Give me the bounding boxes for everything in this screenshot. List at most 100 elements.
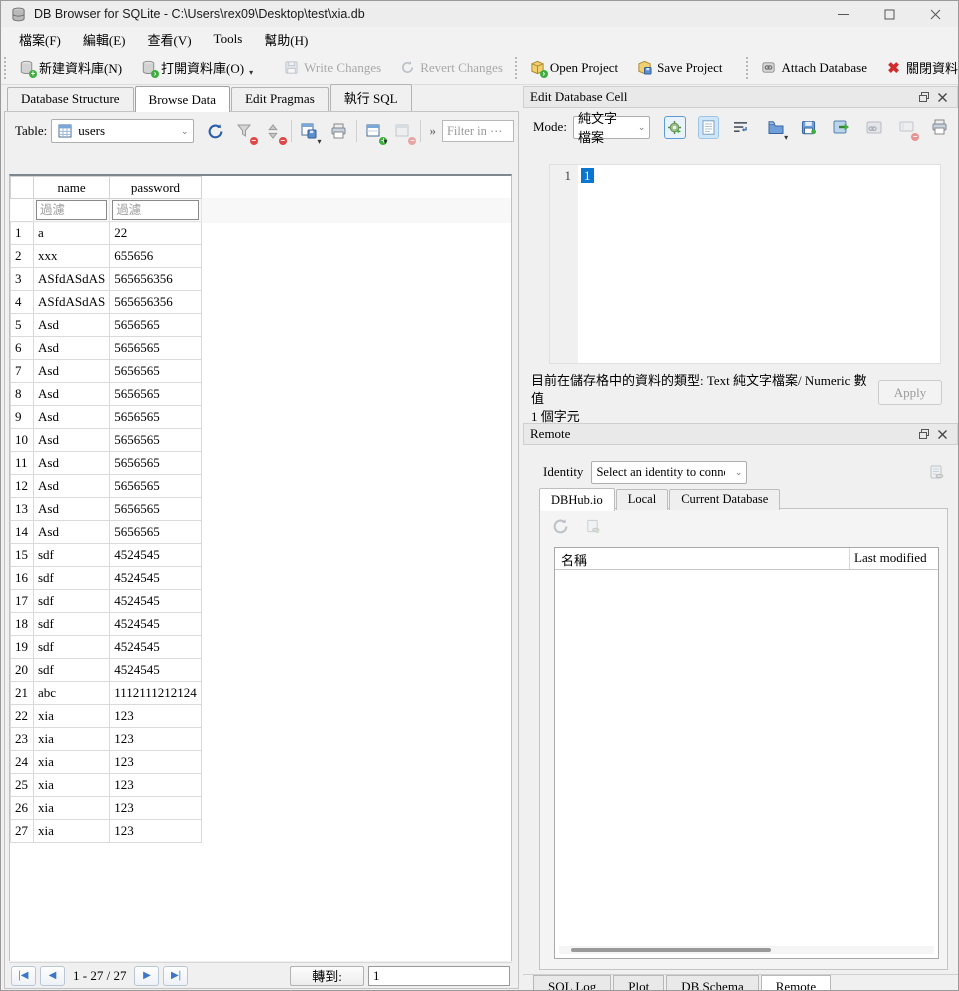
- cell-password[interactable]: 22: [110, 222, 202, 245]
- row-number[interactable]: 7: [11, 360, 34, 383]
- cell-password[interactable]: 4524545: [110, 567, 202, 590]
- cell-name[interactable]: Asd: [34, 406, 110, 429]
- cell-password[interactable]: 4524545: [110, 636, 202, 659]
- cell-password[interactable]: 5656565: [110, 498, 202, 521]
- filter-in-input[interactable]: [442, 120, 514, 142]
- cell-name[interactable]: ASfdASdAS: [34, 291, 110, 314]
- remote-refresh-button[interactable]: [548, 514, 572, 538]
- menu-file[interactable]: 檔案(F): [9, 28, 71, 51]
- auto-switch-mode-button[interactable]: [664, 116, 685, 139]
- table-row[interactable]: 22xia123: [11, 705, 202, 728]
- table-row[interactable]: 7Asd5656565: [11, 360, 202, 383]
- cell-password[interactable]: 565656356: [110, 291, 202, 314]
- row-number[interactable]: 27: [11, 820, 34, 843]
- table-row[interactable]: 24xia123: [11, 751, 202, 774]
- table-row[interactable]: 4ASfdASdAS565656356: [11, 291, 202, 314]
- cell-password[interactable]: 123: [110, 820, 202, 843]
- table-row[interactable]: 6Asd5656565: [11, 337, 202, 360]
- cell-name[interactable]: sdf: [34, 659, 110, 682]
- refresh-button[interactable]: [204, 119, 227, 143]
- close-panel-icon[interactable]: [933, 89, 951, 105]
- toolbar-grip[interactable]: [515, 57, 517, 79]
- row-number[interactable]: 24: [11, 751, 34, 774]
- row-number[interactable]: 25: [11, 774, 34, 797]
- table-select[interactable]: users ⌄: [51, 119, 193, 143]
- remote-column-name[interactable]: 名稱: [555, 548, 850, 569]
- row-number[interactable]: 2: [11, 245, 34, 268]
- row-number[interactable]: 23: [11, 728, 34, 751]
- cell-password[interactable]: 4524545: [110, 590, 202, 613]
- row-number[interactable]: 22: [11, 705, 34, 728]
- cell-password[interactable]: 5656565: [110, 452, 202, 475]
- apply-cell-button[interactable]: [831, 116, 852, 139]
- cell-name[interactable]: ASfdASdAS: [34, 268, 110, 291]
- close-button[interactable]: [912, 1, 958, 27]
- cell-password[interactable]: 4524545: [110, 544, 202, 567]
- cell-name[interactable]: Asd: [34, 360, 110, 383]
- cell-password[interactable]: 123: [110, 774, 202, 797]
- cell-name[interactable]: sdf: [34, 636, 110, 659]
- minimize-button[interactable]: [820, 1, 866, 27]
- cell-name[interactable]: Asd: [34, 337, 110, 360]
- open-in-external-button[interactable]: [864, 116, 885, 139]
- cell-name[interactable]: Asd: [34, 498, 110, 521]
- cell-password[interactable]: 4524545: [110, 613, 202, 636]
- table-row[interactable]: 25xia123: [11, 774, 202, 797]
- row-number[interactable]: 11: [11, 452, 34, 475]
- cell-name[interactable]: sdf: [34, 590, 110, 613]
- import-data-button[interactable]: ▾: [765, 116, 786, 139]
- export-data-button[interactable]: [798, 116, 819, 139]
- apply-button[interactable]: Apply: [878, 380, 942, 405]
- open-database-dropdown-icon[interactable]: ▾: [249, 68, 253, 77]
- table-row[interactable]: 12Asd5656565: [11, 475, 202, 498]
- table-row[interactable]: 21abc1112111212124: [11, 682, 202, 705]
- save-table-dropdown-icon[interactable]: ▾: [318, 137, 322, 146]
- goto-button[interactable]: 轉到:: [290, 966, 364, 986]
- cell-password[interactable]: 1112111212124: [110, 682, 202, 705]
- row-number[interactable]: 19: [11, 636, 34, 659]
- set-null-button[interactable]: −: [896, 116, 917, 139]
- table-row[interactable]: 3ASfdASdAS565656356: [11, 268, 202, 291]
- cell-name[interactable]: xia: [34, 705, 110, 728]
- table-row[interactable]: 1a22: [11, 222, 202, 245]
- cell-name[interactable]: Asd: [34, 429, 110, 452]
- cell-name[interactable]: xxx: [34, 245, 110, 268]
- identity-select[interactable]: Select an identity to connect ⌄: [591, 461, 747, 484]
- save-project-button[interactable]: Save Project: [627, 55, 731, 80]
- close-database-button[interactable]: ✖ 關閉資料庫(C): [876, 54, 959, 81]
- cell-password[interactable]: 5656565: [110, 429, 202, 452]
- open-database-button[interactable]: › 打開資料庫(O) ▾: [131, 54, 262, 81]
- cell-name[interactable]: sdf: [34, 613, 110, 636]
- menu-help[interactable]: 幫助(H): [254, 28, 318, 51]
- tab-dbhub[interactable]: DBHub.io: [539, 488, 615, 511]
- cell-password[interactable]: 123: [110, 705, 202, 728]
- cell-password[interactable]: 5656565: [110, 406, 202, 429]
- table-row[interactable]: 13Asd5656565: [11, 498, 202, 521]
- float-panel-icon[interactable]: [915, 89, 933, 105]
- column-header-password[interactable]: password: [110, 177, 202, 199]
- cell-name[interactable]: Asd: [34, 521, 110, 544]
- cell-name[interactable]: a: [34, 222, 110, 245]
- print-cell-button[interactable]: [929, 116, 950, 139]
- row-number[interactable]: 9: [11, 406, 34, 429]
- row-number[interactable]: 5: [11, 314, 34, 337]
- delete-record-button[interactable]: −: [391, 119, 414, 143]
- write-changes-button[interactable]: Write Changes: [274, 55, 390, 80]
- dock-tab-remote[interactable]: Remote: [761, 975, 831, 990]
- close-panel-icon[interactable]: [933, 426, 951, 442]
- table-row[interactable]: 15sdf4524545: [11, 544, 202, 567]
- cell-name[interactable]: sdf: [34, 567, 110, 590]
- cell-password[interactable]: 123: [110, 797, 202, 820]
- cell-password[interactable]: 5656565: [110, 383, 202, 406]
- text-mode-button[interactable]: [698, 116, 719, 139]
- dock-tab-sql-log[interactable]: SQL Log: [533, 975, 611, 990]
- table-row[interactable]: 9Asd5656565: [11, 406, 202, 429]
- row-number[interactable]: 16: [11, 567, 34, 590]
- row-number[interactable]: 18: [11, 613, 34, 636]
- table-row[interactable]: 27xia123: [11, 820, 202, 843]
- cell-password[interactable]: 123: [110, 751, 202, 774]
- clear-filters-button[interactable]: −: [233, 119, 256, 143]
- cell-name[interactable]: xia: [34, 820, 110, 843]
- first-record-button[interactable]: |◀: [11, 966, 36, 986]
- table-row[interactable]: 8Asd5656565: [11, 383, 202, 406]
